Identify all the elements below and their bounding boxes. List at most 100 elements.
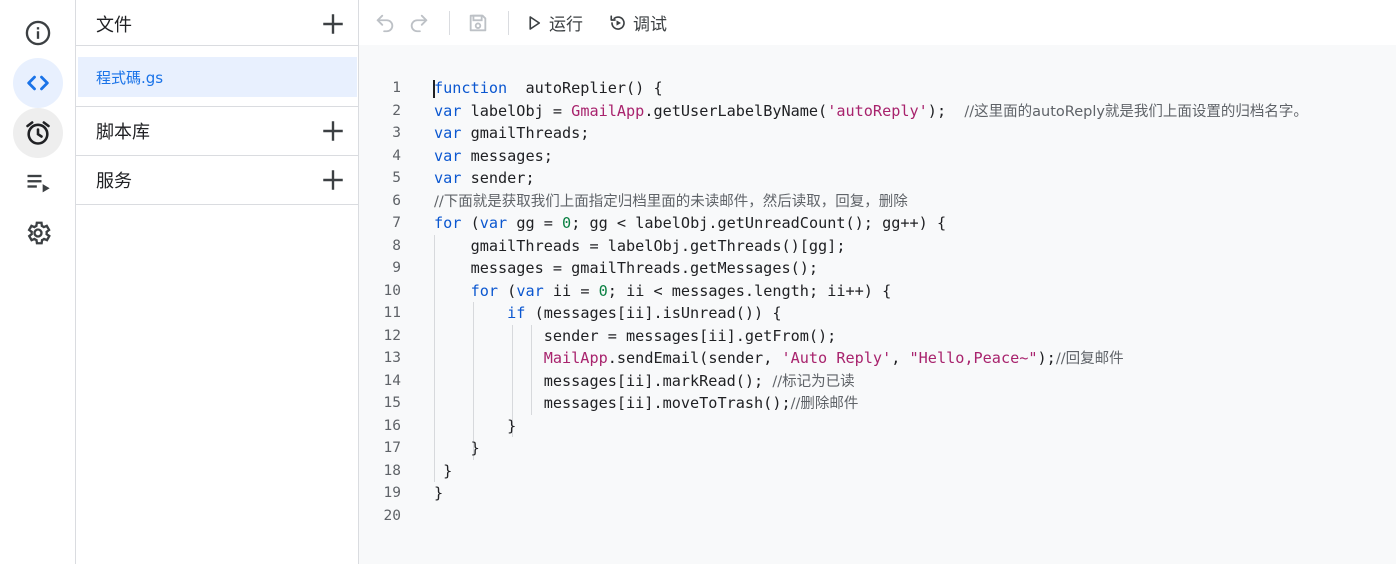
code-token: //标记为已读 — [772, 373, 855, 390]
line-number: 2 — [392, 102, 401, 119]
file-item-code-gs[interactable]: 程式碼.gs — [78, 57, 357, 97]
code-editor[interactable]: 1 function autoReplier() { 2 var labelObj =… — [359, 77, 1396, 527]
line-number: 4 — [392, 147, 401, 164]
editor-button[interactable] — [13, 58, 63, 108]
code-text: } — [434, 437, 480, 460]
code-text: var messages; — [434, 145, 553, 168]
undo-button[interactable] — [373, 11, 397, 35]
code-token: MailApp — [543, 349, 608, 367]
code-token: function — [434, 79, 508, 97]
code-token: ( — [461, 214, 480, 232]
code-line: 10 for (var ii = 0; ii < messages.length… — [359, 280, 1396, 303]
code-token: var — [434, 146, 462, 165]
line-number: 17 — [383, 440, 401, 456]
add-library-icon[interactable] — [320, 118, 346, 144]
line-number: 9 — [392, 260, 401, 276]
line-number: 20 — [383, 507, 401, 524]
line-number: 16 — [383, 417, 401, 434]
code-token: gg = — [507, 214, 563, 232]
code-token: var — [479, 214, 508, 232]
code-line: 9 messages = gmailThreads.getMessages(); — [359, 257, 1396, 280]
editor-area: 运行 调试 1 function autoReplier() { 2 var labe… — [359, 0, 1396, 564]
code-token: //这里面的autoReply就是我们上面设置的归档名字。 — [964, 103, 1308, 120]
code-text: function autoReplier() { — [434, 77, 663, 100]
files-label: 文件 — [96, 15, 132, 36]
services-label: 服务 — [96, 171, 132, 192]
code-token: 'autoReply' — [827, 101, 928, 120]
code-line: 6 //下面就是获取我们上面指定归档里面的未读邮件，然后读取，回复，删除 — [359, 190, 1396, 213]
code-line: 8 gmailThreads = labelObj.getThreads()[g… — [359, 235, 1396, 258]
line-number: 10 — [383, 282, 401, 299]
line-number: 11 — [383, 305, 401, 321]
add-file-icon[interactable] — [320, 11, 346, 37]
run-button[interactable]: 运行 — [525, 10, 583, 35]
overview-button[interactable] — [13, 8, 63, 58]
code-token: var — [434, 169, 462, 187]
code-token: if — [507, 304, 526, 322]
code-token: , — [891, 349, 910, 367]
executions-button[interactable] — [13, 158, 63, 208]
code-token: var — [434, 101, 462, 120]
line-number: 3 — [392, 125, 401, 141]
code-text: if (messages[ii].isUnread()) { — [434, 302, 781, 325]
code-token: } — [434, 484, 444, 502]
line-number: 18 — [383, 462, 401, 479]
code-text: messages[ii].markRead(); //标记为已读 — [434, 370, 855, 394]
code-text: for (var ii = 0; ii < messages.length; i… — [434, 280, 892, 303]
code-token: ); — [927, 101, 965, 120]
editor-toolbar: 运行 调试 — [359, 0, 1396, 45]
code-line: 13 MailApp.sendEmail(sender, 'Auto Reply… — [359, 347, 1396, 370]
code-line: 15 messages[ii].moveToTrash();//删除邮件 — [359, 392, 1396, 415]
code-token: //删除邮件 — [790, 396, 859, 412]
code-token: ; ii < messages.length; ii++) { — [607, 281, 892, 300]
text-cursor — [433, 80, 435, 98]
play-icon — [529, 15, 541, 30]
code-token: //下面就是获取我们上面指定归档里面的未读邮件，然后读取，回复，删除 — [434, 193, 908, 210]
code-token: ); — [1037, 349, 1056, 367]
triggers-button[interactable] — [13, 108, 63, 158]
code-token: //回复邮件 — [1055, 351, 1124, 367]
libraries-section-header: 脚本库 — [76, 107, 358, 155]
code-token: 'Auto Reply' — [781, 349, 892, 367]
code-line: 19} — [359, 482, 1396, 505]
code-token: sender = messages[ii].getFrom(); — [434, 326, 837, 345]
code-line: 2 var labelObj = GmailApp.getUserLabelByN… — [359, 100, 1396, 123]
run-label: 运行 — [549, 15, 583, 35]
redo-button[interactable] — [407, 11, 431, 35]
files-section-header: 文件 — [76, 0, 358, 48]
line-number: 19 — [383, 485, 401, 501]
code-token: ii = — [543, 281, 599, 300]
debug-label: 调试 — [633, 15, 667, 35]
info-icon — [25, 20, 51, 46]
code-text: var sender; — [434, 167, 535, 190]
line-number: 1 — [392, 80, 401, 96]
line-number: 15 — [383, 395, 401, 411]
files-panel: 文件 程式碼.gs 脚本库 服务 — [76, 0, 359, 564]
code-text: gmailThreads = labelObj.getThreads()[gg]… — [434, 235, 846, 258]
code-text: for (var gg = 0; gg < labelObj.getUnread… — [434, 212, 946, 235]
toolbar-separator — [508, 10, 509, 35]
add-service-icon[interactable] — [320, 167, 346, 193]
code-text: } — [434, 460, 452, 483]
redo-icon — [410, 14, 428, 32]
code-line: 16 } — [359, 415, 1396, 438]
settings-button[interactable] — [13, 208, 63, 258]
code-text: MailApp.sendEmail(sender, 'Auto Reply', … — [434, 347, 1124, 371]
code-text: var labelObj = GmailApp.getUserLabelByNa… — [434, 100, 1308, 124]
toolbar-separator — [449, 10, 450, 35]
line-number: 8 — [392, 237, 401, 254]
code-token: sender; — [461, 169, 535, 187]
debug-button[interactable]: 调试 — [609, 10, 667, 35]
code-token: ( — [498, 281, 517, 300]
code-token: .sendEmail(sender, — [607, 349, 782, 367]
code-token: (messages[ii].isUnread()) { — [525, 304, 782, 322]
divider — [76, 45, 358, 46]
code-text: var gmailThreads; — [434, 122, 589, 145]
code-text: } — [434, 482, 443, 505]
save-button[interactable] — [466, 11, 490, 35]
code-token: messages[ii].moveToTrash(); — [434, 394, 791, 412]
code-line: 3 var gmailThreads; — [359, 122, 1396, 145]
code-line: 7 for (var gg = 0; gg < labelObj.getUnrea… — [359, 212, 1396, 235]
